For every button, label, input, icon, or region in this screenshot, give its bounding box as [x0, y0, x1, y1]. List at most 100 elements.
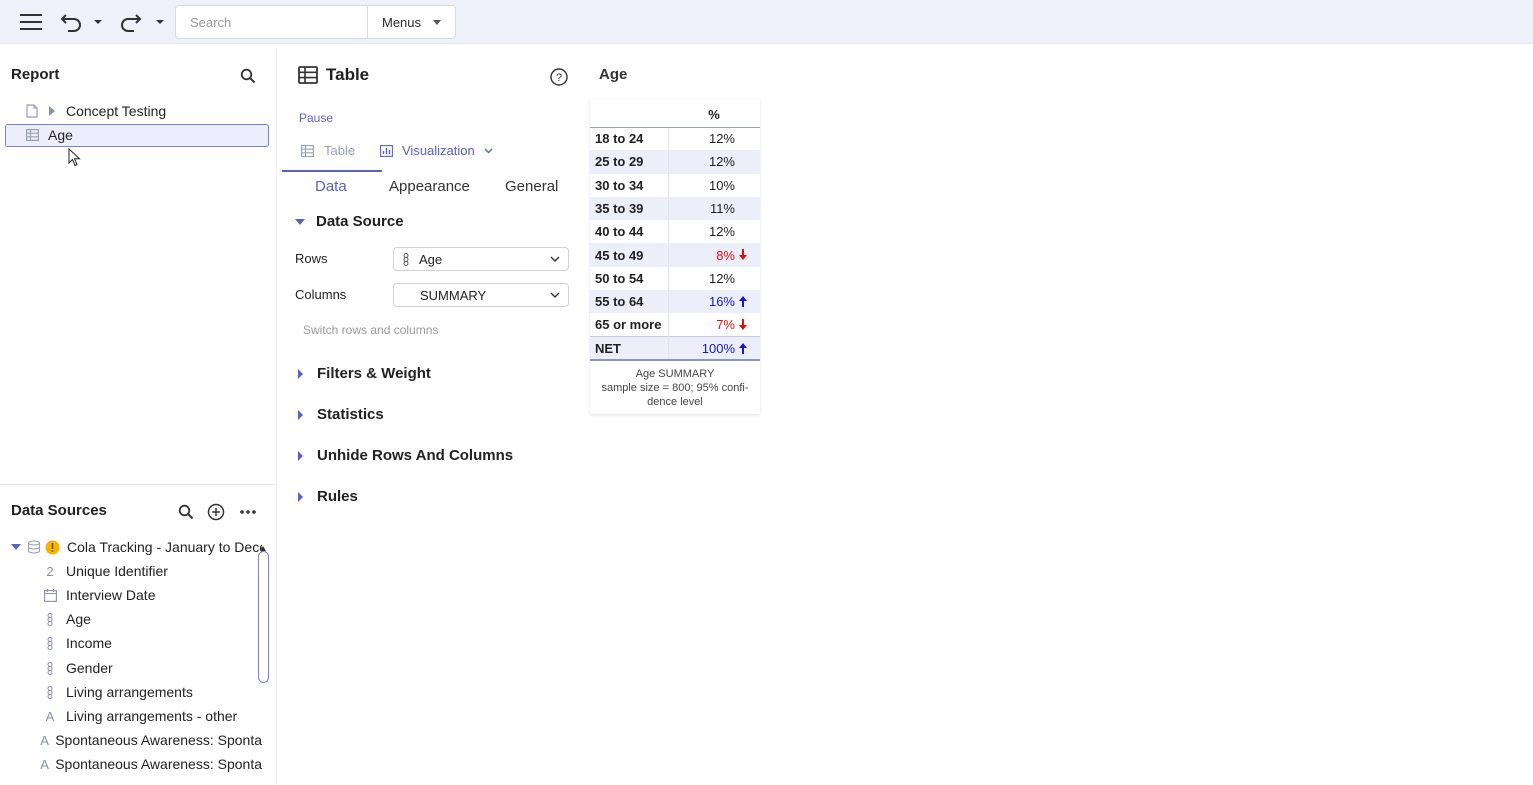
- footer-line: sample size = 800; 95% confi-: [601, 382, 749, 394]
- undo-icon[interactable]: [58, 10, 84, 34]
- table-icon: [301, 144, 314, 157]
- rows-dropdown[interactable]: Age: [393, 247, 569, 271]
- cell-text: 12%: [708, 224, 735, 240]
- cell-text: 11%: [709, 201, 735, 217]
- tab-data[interactable]: Data: [315, 178, 347, 195]
- undo-history-chevron-icon[interactable]: [91, 16, 105, 28]
- cell-text: 7%: [716, 317, 735, 333]
- tab-visualization-type[interactable]: Visualization: [380, 143, 493, 158]
- hamburger-menu-icon[interactable]: [18, 10, 44, 34]
- data-source-section-header[interactable]: Data Source: [295, 213, 404, 230]
- section-label: Unhide Rows And Columns: [317, 447, 514, 464]
- section-label: Rules: [317, 488, 358, 505]
- table-row: 40 to 44 12%: [590, 220, 760, 244]
- chevron-down-icon: [550, 256, 560, 262]
- tree-item-age[interactable]: Age: [26, 123, 266, 147]
- row-label: 55 to 64: [590, 290, 669, 314]
- variable-item[interactable]: 2 Unique Identifier: [0, 559, 262, 583]
- output-title: Age: [599, 66, 628, 83]
- table-row: 35 to 39 11%: [590, 196, 760, 221]
- tab-general[interactable]: General: [505, 178, 558, 195]
- pause-link[interactable]: Pause: [299, 111, 333, 125]
- chevron-down-icon: [433, 19, 442, 25]
- menus-dropdown[interactable]: Menus: [368, 5, 456, 39]
- variable-item[interactable]: Interview Date: [0, 583, 262, 607]
- panel-divider: [276, 48, 277, 785]
- tab-table-type[interactable]: Table: [301, 143, 355, 158]
- data-source-name: Cola Tracking - January to Decer: [67, 539, 262, 555]
- variable-item[interactable]: A Spontaneous Awareness: Sponta: [0, 752, 262, 776]
- inspector-title: Table: [326, 65, 370, 84]
- variable-item[interactable]: A Living arrangements - other: [0, 704, 262, 728]
- variable-item[interactable]: Age: [0, 607, 262, 631]
- rules-section[interactable]: Rules: [298, 488, 358, 505]
- cell-value: 10%: [668, 174, 760, 197]
- row-label: NET: [590, 336, 669, 361]
- tab-appearance[interactable]: Appearance: [389, 178, 470, 195]
- statistics-section[interactable]: Statistics: [298, 406, 384, 423]
- row-label: 40 to 44: [590, 220, 669, 244]
- row-header-blank: [590, 102, 668, 128]
- variable-label: Income: [66, 635, 112, 651]
- calendar-icon: [40, 588, 60, 602]
- chevron-down-icon: [550, 292, 560, 298]
- rows-value: Age: [419, 251, 443, 267]
- variable-label: Gender: [66, 660, 113, 676]
- categorical-icon: [40, 612, 60, 626]
- footer-line: dence level: [647, 396, 703, 408]
- table-row: 18 to 24 12%: [590, 127, 760, 151]
- table-row: 30 to 34 10%: [590, 173, 760, 197]
- table-icon: [26, 129, 40, 141]
- filters-weight-section[interactable]: Filters & Weight: [298, 365, 431, 382]
- expand-triangle-icon: [298, 491, 303, 502]
- search-placeholder: Search: [190, 14, 232, 30]
- variable-item[interactable]: Income: [0, 631, 262, 655]
- tree-item-concept-testing[interactable]: Concept Testing: [26, 99, 266, 123]
- columns-dropdown[interactable]: SUMMARY: [393, 283, 569, 307]
- text-variable-icon: A: [40, 732, 49, 748]
- redo-history-chevron-icon[interactable]: [153, 16, 167, 28]
- cell-value: 100%: [668, 336, 760, 361]
- cell-value: 12%: [668, 150, 760, 174]
- cell-value: 7%: [668, 313, 760, 336]
- database-icon: [27, 540, 41, 554]
- collapse-triangle-icon: [295, 218, 305, 225]
- redo-icon[interactable]: [118, 10, 144, 34]
- data-source-tree: Cola Tracking - January to Decer 2 Uniqu…: [0, 535, 276, 785]
- arrow-down-icon: [739, 319, 747, 331]
- collapse-triangle-icon[interactable]: [11, 544, 21, 550]
- cell-text: 100%: [701, 340, 735, 356]
- cell-text: 10%: [708, 177, 735, 193]
- scrollbar-thumb[interactable]: [258, 551, 269, 683]
- output-table[interactable]: % 18 to 24 12% 25 to 29 12% 30 to 34 10% 35 to…: [590, 102, 760, 361]
- columns-value: SUMMARY: [420, 287, 487, 303]
- search-icon[interactable]: [238, 66, 258, 86]
- table-row: 25 to 29 12%: [590, 150, 760, 174]
- column-header: %: [668, 102, 760, 128]
- variable-label: Living arrangements - other: [66, 708, 238, 724]
- report-title: Report: [11, 66, 60, 83]
- more-options-icon[interactable]: [238, 502, 258, 522]
- cell-text: 12%: [708, 154, 735, 170]
- switch-rows-columns-button[interactable]: Switch rows and columns: [303, 323, 438, 337]
- search-icon[interactable]: [176, 502, 196, 522]
- unhide-rows-columns-section[interactable]: Unhide Rows And Columns: [298, 447, 513, 464]
- variable-item[interactable]: Living arrangements: [0, 680, 262, 704]
- table-row: NET 100%: [590, 336, 760, 361]
- variable-item[interactable]: Gender: [0, 656, 262, 680]
- variable-item[interactable]: A Spontaneous Awareness: Sponta: [0, 728, 262, 752]
- search-input[interactable]: Search: [175, 5, 368, 39]
- help-icon[interactable]: ?: [548, 66, 570, 88]
- section-label: Statistics: [317, 406, 384, 423]
- chevron-down-icon: [484, 148, 493, 154]
- scroll-up-arrow-icon[interactable]: [260, 539, 266, 554]
- cell-value: 11%: [668, 196, 760, 221]
- footer-line: Age SUMMARY: [635, 368, 715, 380]
- expand-triangle-icon[interactable]: [49, 106, 55, 116]
- columns-label: Columns: [295, 287, 347, 302]
- text-variable-icon: A: [40, 756, 49, 772]
- add-data-source-icon[interactable]: [206, 502, 226, 522]
- cell-text: 12%: [708, 131, 735, 147]
- data-source-root[interactable]: Cola Tracking - January to Decer: [0, 535, 262, 559]
- cell-value: 8%: [668, 243, 760, 267]
